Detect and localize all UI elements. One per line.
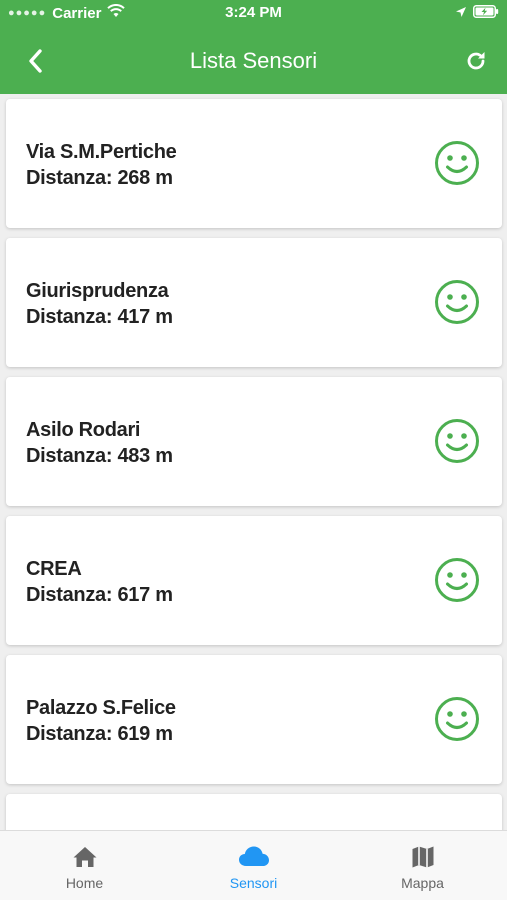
sensor-distance: Distanza: 417 m — [26, 306, 173, 328]
battery-charging-icon — [473, 5, 499, 22]
sensor-name: Asilo Rodari — [26, 419, 141, 441]
sensor-card[interactable]: Giurisprudenza Distanza: 417 m — [6, 238, 502, 367]
refresh-icon — [467, 52, 485, 70]
tab-label: Sensori — [229, 875, 278, 891]
smiley-icon — [435, 558, 479, 602]
status-right — [455, 5, 499, 22]
tab-home[interactable]: Home — [0, 831, 169, 900]
app-header: ●●●●● Carrier 3:24 PM Lista Sensori — [0, 0, 507, 94]
tab-sensori[interactable]: Sensori — [169, 831, 338, 900]
location-arrow-icon — [455, 5, 467, 22]
status-bar: ●●●●● Carrier 3:24 PM — [0, 0, 507, 28]
status-time: 3:24 PM — [225, 4, 282, 21]
sensor-distance: Distanza: 268 m — [26, 167, 173, 189]
tab-mappa[interactable]: Mappa — [338, 831, 507, 900]
smiley-icon — [435, 141, 479, 185]
sensor-name: Giurisprudenza — [26, 280, 169, 302]
refresh-button[interactable] — [459, 44, 493, 78]
sensor-card[interactable]: Asilo Rodari Distanza: 483 m — [6, 377, 502, 506]
sensor-name: Palazzo S.Felice — [26, 697, 176, 719]
nav-bar: Lista Sensori — [0, 28, 507, 94]
smiley-icon — [435, 280, 479, 324]
page-title: Lista Sensori — [189, 48, 318, 73]
sensor-distance: Distanza: 617 m — [26, 584, 173, 606]
home-icon — [0, 845, 169, 871]
smiley-icon — [435, 419, 479, 463]
sensor-distance: Distanza: 619 m — [26, 723, 173, 745]
sensor-card-partial[interactable] — [6, 794, 502, 830]
tab-label: Home — [65, 875, 104, 891]
sensor-card[interactable]: CREA Distanza: 617 m — [6, 516, 502, 645]
sensor-card[interactable]: Via S.M.Pertiche Distanza: 268 m — [6, 99, 502, 228]
sensor-name: CREA — [26, 558, 82, 580]
sensor-name: Via S.M.Pertiche — [26, 141, 177, 163]
cloud-icon — [169, 845, 338, 871]
tab-bar: Home Sensori Mappa — [0, 830, 507, 900]
sensor-list[interactable]: Via S.M.Pertiche Distanza: 268 m Giurisp… — [0, 94, 507, 830]
tab-label: Mappa — [401, 875, 444, 891]
sensor-distance: Distanza: 483 m — [26, 445, 173, 467]
sensor-card[interactable]: Palazzo S.Felice Distanza: 619 m — [6, 655, 502, 784]
smiley-icon — [435, 697, 479, 741]
map-icon — [338, 845, 507, 871]
